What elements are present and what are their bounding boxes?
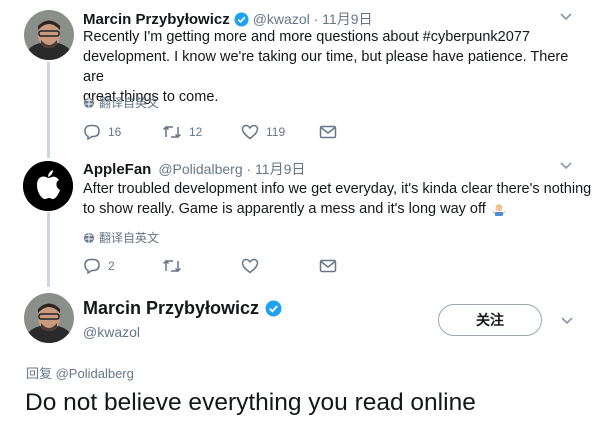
chevron-down-icon[interactable]: [560, 313, 574, 331]
main-tweet-text: Do not believe everything you read onlin…: [25, 389, 476, 416]
avatar[interactable]: [24, 293, 74, 343]
thread-line-2: [47, 212, 50, 287]
tweet-text: Recently I'm getting more and more quest…: [83, 29, 569, 105]
translate-link[interactable]: 翻译自英文: [83, 229, 159, 246]
like-button[interactable]: 119: [241, 124, 285, 140]
retweet-button[interactable]: 12: [162, 124, 202, 140]
avatar[interactable]: [24, 10, 74, 60]
translate-link[interactable]: 翻译自英文: [83, 94, 159, 111]
author-name[interactable]: Marcin Przybyłowicz: [83, 298, 259, 319]
like-count: 119: [266, 125, 286, 139]
retweet-icon: [162, 124, 182, 140]
author-handle[interactable]: @kwazol: [83, 324, 140, 340]
reply-icon: [83, 124, 101, 140]
envelope-icon: [319, 124, 337, 140]
handle-date[interactable]: @kwazol · 11月9日: [253, 9, 373, 29]
translate-label: 翻译自英文: [99, 231, 160, 245]
chevron-down-icon[interactable]: [559, 9, 573, 27]
globe-icon: [83, 232, 95, 244]
tweet-text: After troubled development info we get e…: [83, 181, 592, 217]
thread-line-1: [47, 62, 50, 158]
like-button[interactable]: [241, 258, 259, 274]
heart-icon: [241, 258, 259, 274]
message-button[interactable]: [319, 258, 337, 274]
translate-label: 翻译自英文: [99, 96, 160, 110]
retweet-count: 12: [189, 125, 203, 139]
avatar[interactable]: [23, 161, 73, 211]
reply-count: 16: [108, 125, 122, 139]
chevron-down-icon[interactable]: [559, 158, 573, 176]
verified-icon: [234, 11, 249, 27]
globe-icon: [83, 97, 95, 109]
heart-icon: [241, 124, 259, 140]
follow-button[interactable]: 关注: [438, 304, 542, 336]
reply-button[interactable]: 2: [83, 258, 115, 274]
message-button[interactable]: [319, 124, 337, 140]
retweet-button[interactable]: [162, 258, 182, 274]
handle-date[interactable]: @Polidalberg · 11月9日: [158, 159, 305, 179]
retweet-icon: [162, 258, 182, 274]
author-name[interactable]: AppleFan: [83, 161, 151, 178]
person-shrugging-emoji-icon: [491, 201, 507, 217]
envelope-icon: [319, 258, 337, 274]
reply-icon: [83, 258, 101, 274]
reply-button[interactable]: 16: [83, 124, 121, 140]
author-name[interactable]: Marcin Przybyłowicz: [83, 11, 230, 28]
reply-count: 2: [108, 259, 115, 273]
verified-icon: [265, 300, 282, 317]
reply-to-label[interactable]: 回复 @Polidalberg: [26, 363, 134, 382]
